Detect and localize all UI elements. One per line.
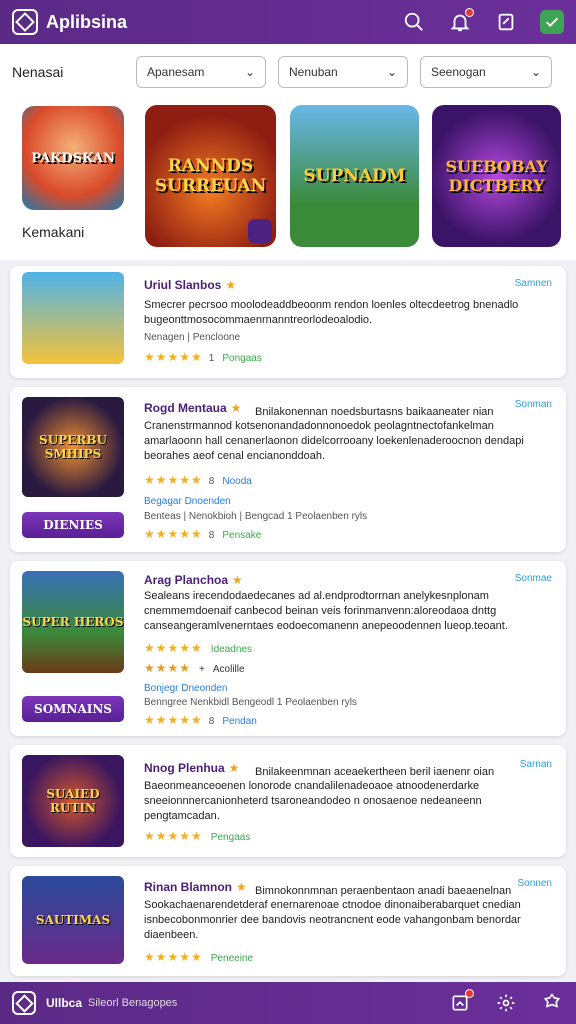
bottom-bar: Ullbca Sileorl Benagopes xyxy=(0,982,576,1024)
game-tag[interactable]: Samnen xyxy=(515,278,552,289)
tile-text: RANNDS SURREUAN xyxy=(154,156,267,196)
filter-dropdown-1[interactable]: Apanesam ⌄ xyxy=(136,56,266,88)
featured-tile-1[interactable]: RANNDS SURREUAN xyxy=(145,105,276,247)
game-meta-link[interactable]: Begagar Dnoenden xyxy=(144,496,231,507)
badge-icon[interactable] xyxy=(540,991,564,1015)
card-action-button[interactable]: DIENIES xyxy=(22,512,124,538)
game-title[interactable]: Rinan Blamnon ★ xyxy=(144,880,247,894)
settings-gear-icon[interactable] xyxy=(494,991,518,1015)
rating-label: Pongaas xyxy=(222,353,262,364)
game-tag[interactable]: Sonnen xyxy=(518,878,552,889)
card-action-button[interactable]: SOMNAINS xyxy=(22,696,124,722)
game-thumbnail[interactable] xyxy=(22,272,124,364)
dropdown-value: Nenuban xyxy=(289,65,338,79)
game-meta-link[interactable]: Bonjegr Dneonden xyxy=(144,683,227,694)
star-icon: ★ xyxy=(228,761,240,775)
game-side-description: Bnilakeenmnan aceaekertheen beril iaenen… xyxy=(255,766,495,778)
chevron-down-icon: ⌄ xyxy=(530,65,541,79)
dropdown-value: Seenogan xyxy=(431,65,486,79)
library-badge xyxy=(465,989,474,998)
game-tag[interactable]: Sarnan xyxy=(520,759,552,770)
profile-icon[interactable] xyxy=(540,10,564,34)
featured-tile-3[interactable]: SUEBOBAY DICTBERY xyxy=(432,105,561,247)
game-side-description: Bnilakonennan noedsburtasns baikaaneater… xyxy=(255,406,494,418)
dropdown-value: Apanesam xyxy=(147,65,205,79)
game-description: Baeonmeanceoenen lonorode cnandalilenade… xyxy=(144,780,482,822)
rating-stars: ★★★★★ 8 Nooda xyxy=(144,473,252,487)
top-actions xyxy=(402,8,564,34)
rating-stars: ★★★★★ Peneeine xyxy=(144,950,254,964)
filter-dropdown-3[interactable]: Seenogan ⌄ xyxy=(420,56,552,88)
bottom-sub-label: Sileorl Benagopes xyxy=(88,997,178,1009)
game-title[interactable]: Rogd Mentaua ★ xyxy=(144,401,241,415)
game-meta: Benngree Nenkbidl Bengeodl 1 Peolaenben … xyxy=(144,697,357,708)
featured-small-tile[interactable]: PAKDSKAN xyxy=(22,106,124,210)
game-thumbnail[interactable]: SAUTIMAS xyxy=(22,876,124,964)
star-icon: ★ xyxy=(230,401,242,415)
notification-badge xyxy=(465,8,474,17)
star-icon: ★ xyxy=(225,278,237,292)
game-meta: Nenagen | Pencloone xyxy=(144,332,241,343)
game-card-2[interactable]: SUPERBU SMHIPS Rogd Mentaua ★ Bnilakonenn… xyxy=(10,387,566,552)
bottom-actions xyxy=(448,989,564,1015)
rating-count: 1 xyxy=(208,353,215,364)
filter-bar: Nenasai Apanesam ⌄ Nenuban ⌄ Seenogan ⌄ xyxy=(0,44,576,100)
featured-tile-2[interactable]: SUPNADM xyxy=(290,105,419,247)
library-icon[interactable] xyxy=(448,989,474,1015)
game-card-5[interactable]: SAUTIMAS Rinan Blamnon ★ Bimnokonnmnan pe… xyxy=(10,866,566,976)
rating-stars: ★★★★★ 1 Pongaas xyxy=(144,350,262,364)
tile-text: SUEBOBAY DICTBERY xyxy=(445,157,548,195)
star-icon: ★ xyxy=(232,573,243,587)
app-logo-icon[interactable] xyxy=(12,9,38,35)
game-thumbnail[interactable]: SUPERBU SMHIPS xyxy=(22,397,124,497)
featured-label: Kemakani xyxy=(22,224,85,240)
share-icon[interactable] xyxy=(494,10,518,34)
filter-label: Nenasai xyxy=(12,64,64,80)
rating-stars: ★★★★★ Ideadnes xyxy=(144,641,252,655)
game-title[interactable]: Arag Planchoa ★ xyxy=(144,573,243,587)
chevron-down-icon: ⌄ xyxy=(386,65,397,79)
home-logo-icon[interactable] xyxy=(12,991,36,1015)
filter-dropdown-2[interactable]: Nenuban ⌄ xyxy=(278,56,408,88)
game-thumbnail[interactable]: SUAIED RUTIN xyxy=(22,755,124,847)
search-icon[interactable] xyxy=(402,10,426,34)
game-tag[interactable]: Sonman xyxy=(515,399,552,410)
rating-stars-b: ★★★★ + Acolille xyxy=(144,661,245,675)
rating-stars-secondary: ★★★★★ 8 Pensake xyxy=(144,527,262,541)
game-side-description: Bimnokonnmnan peraenbentaon anadi baeaen… xyxy=(255,885,512,897)
game-card-3[interactable]: SUPER HEROS Arag Planchoa ★ Sonmae Sealea… xyxy=(10,561,566,736)
rating-stars: ★★★★★ Pengaas xyxy=(144,829,251,843)
rating-stars-secondary: ★★★★★ 8 Pendan xyxy=(144,713,257,727)
game-card-1[interactable]: Uriul Slanbos ★ Samnen Smecrer pecrsoo mo… xyxy=(10,266,566,378)
top-app-bar: Aplibsina xyxy=(0,0,576,44)
game-thumbnail[interactable]: SUPER HEROS xyxy=(22,571,124,673)
game-tag[interactable]: Sonmae xyxy=(515,573,552,584)
featured-section: PAKDSKAN Kemakani RANNDS SURREUAN SUPNAD… xyxy=(0,100,576,260)
tile-text: PAKDSKAN xyxy=(31,150,115,166)
game-description: Sealeans irecendodaedecanes ad al.endpro… xyxy=(144,590,508,632)
game-title[interactable]: Uriul Slanbos ★ xyxy=(144,278,236,292)
notifications-icon[interactable] xyxy=(448,8,474,34)
game-description: Sookachaenarendetderaf enernarenoae ctno… xyxy=(144,899,521,941)
tile-text: SUPNADM xyxy=(303,166,406,186)
game-badge-icon xyxy=(248,219,272,243)
game-card-4[interactable]: SUAIED RUTIN Nnog Plenhua ★ Bnilakeenmnan… xyxy=(10,745,566,857)
app-title: Aplibsina xyxy=(46,11,128,32)
chevron-down-icon: ⌄ xyxy=(244,65,255,79)
bottom-label: Ullbca xyxy=(46,996,83,1010)
game-title[interactable]: Nnog Plenhua ★ xyxy=(144,761,239,775)
game-meta: Benteas | Nenokbioh | Bengcad 1 Peolaenb… xyxy=(144,511,368,522)
star-icon: ★ xyxy=(236,880,247,894)
game-description: Smecrer pecrsoo moolodeaddbeoonm rendon … xyxy=(144,299,519,326)
game-description: Cranenstrmannod kotsenonandadonnonoedok … xyxy=(144,420,524,462)
